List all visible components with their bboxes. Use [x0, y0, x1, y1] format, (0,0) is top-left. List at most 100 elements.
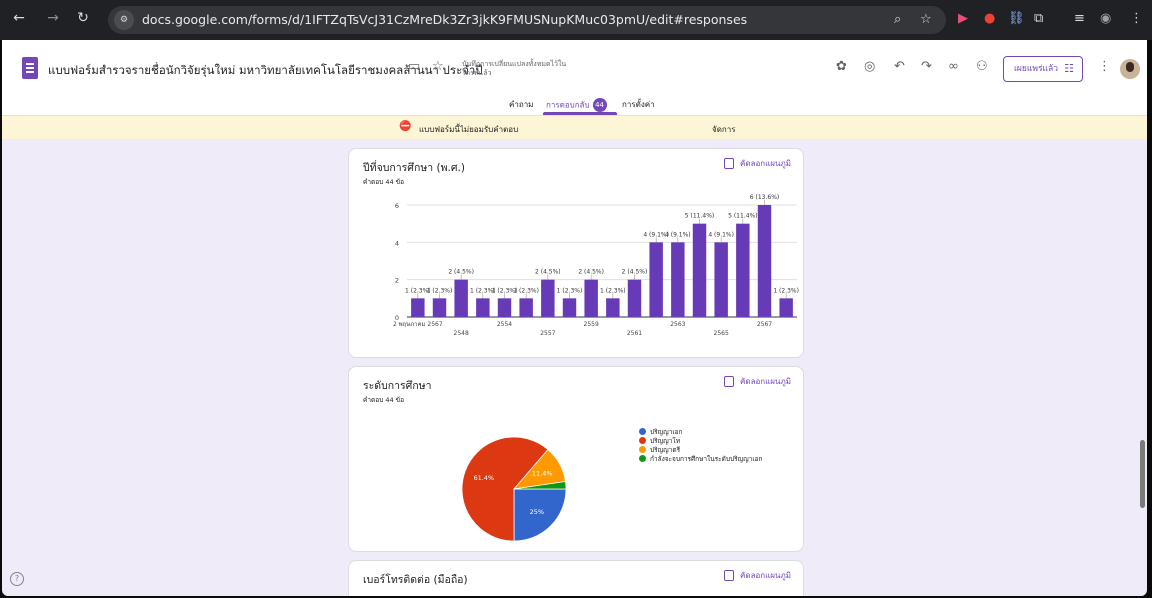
copy-chart-button[interactable]: คัดลอกแผนภูมิ — [724, 375, 791, 388]
copy-chart-label: คัดลอกแผนภูมิ — [740, 159, 791, 168]
slice-label: 61.4% — [473, 474, 494, 482]
page-scrollbar[interactable] — [1140, 440, 1145, 508]
data-label: 5 (11.4%) — [685, 213, 714, 220]
bar — [519, 298, 533, 317]
question-title: ปีที่จบการศึกษา (พ.ศ.) — [363, 162, 465, 174]
legend-label: ปริญญาตรี — [650, 446, 681, 454]
data-label: 4 (9.1%) — [665, 231, 691, 238]
copy-icon — [724, 376, 735, 387]
profile-avatar-icon[interactable]: ◉ — [1100, 11, 1111, 26]
bar — [562, 298, 577, 317]
bar — [757, 205, 772, 317]
bar-chart: 02461 (2.3%)1 (2.3%)2 (4.5%)1 (2.3%)1 (2… — [393, 194, 799, 337]
publish-options-icon: ☷ — [1064, 62, 1074, 75]
user-avatar[interactable] — [1120, 59, 1140, 79]
legend-dot-icon — [639, 446, 646, 453]
legend-dot-icon — [639, 437, 646, 444]
copy-chart-button[interactable]: คัดลอกแผนภูมิ — [724, 569, 791, 582]
bar — [454, 279, 468, 317]
copy-chart-label: คัดลอกแผนภูมิ — [740, 571, 791, 580]
copy-chart-label: คัดลอกแผนภูมิ — [740, 377, 791, 386]
preview-eye-icon[interactable]: ◎ — [864, 59, 875, 74]
forward-icon[interactable]: → — [44, 10, 62, 26]
reading-list-icon[interactable]: ≡ — [1074, 11, 1085, 26]
legend-dot-icon — [639, 455, 646, 462]
back-icon[interactable]: ← — [10, 10, 28, 26]
published-button[interactable]: เผยแพร่แล้ว ☷ — [1003, 56, 1083, 82]
legend-label: กำลังจะจบการศึกษาในระดับปริญญาเอก — [650, 455, 763, 463]
bar — [736, 223, 750, 317]
tab-responses-label: การตอบกลับ — [546, 100, 590, 110]
folder-icon[interactable]: ▭ — [408, 59, 420, 74]
legend-label: ปริญญาโท — [650, 437, 681, 445]
x-tick-label: 2554 — [497, 321, 512, 328]
data-label: 2 (4.5%) — [622, 269, 648, 276]
data-label: 1 (2.3%) — [427, 287, 453, 294]
x-tick-label: 2565 — [714, 330, 729, 337]
palette-icon[interactable]: ✿ — [836, 59, 847, 74]
not-accepting-banner: ⛔ แบบฟอร์มนี้ไม่ยอมรับคำตอบ จัดการ — [2, 115, 1147, 139]
redo-icon[interactable]: ↷ — [921, 59, 932, 74]
bar — [584, 279, 598, 317]
y-tick-label: 2 — [395, 277, 399, 285]
response-count: คำตอบ 44 ข้อ — [363, 396, 404, 404]
data-label: 2 (4.5%) — [448, 269, 474, 276]
forms-app: แบบฟอร์มสำรวจรายชื่อนักวิจัยรุ่นใหม่ มหา… — [2, 40, 1147, 596]
bar — [432, 298, 447, 317]
y-tick-label: 6 — [395, 202, 399, 210]
question-card-education-level: ระดับการศึกษา คำตอบ 44 ข้อ คัดลอกแผนภูมิ… — [348, 366, 804, 552]
data-label: 6 (13.6%) — [750, 194, 779, 201]
question-card-graduation-year: ปีที่จบการศึกษา (พ.ศ.) คำตอบ 44 ข้อ คัดล… — [348, 148, 804, 358]
add-collaborator-icon[interactable]: ⚇ — [976, 59, 988, 74]
extension-link-icon[interactable]: ⛓ — [1008, 11, 1025, 26]
bar — [649, 242, 663, 317]
x-tick-label: 2557 — [540, 330, 555, 337]
extension-play-icon[interactable]: ▶ — [958, 11, 968, 26]
more-options-icon[interactable]: ⋮ — [1098, 59, 1111, 74]
question-card-phone: เบอร์โทรติดต่อ (มือถือ) คัดลอกแผนภูมิ — [348, 560, 804, 596]
copy-chart-button[interactable]: คัดลอกแผนภูมิ — [724, 157, 791, 170]
legend-item: กำลังจะจบการศึกษาในระดับปริญญาเอก — [639, 454, 762, 464]
x-tick-label: 2561 — [627, 330, 642, 337]
data-label: 4 (9.1%) — [708, 231, 734, 238]
pie-chart: 25% 61.4% 11.4% — [461, 436, 567, 542]
star-icon[interactable]: ☆ — [432, 59, 444, 74]
copy-icon — [724, 158, 735, 169]
data-label: 5 (11.4%) — [728, 213, 757, 220]
data-label: 1 (2.3%) — [557, 287, 583, 294]
browser-menu-icon[interactable]: ⋮ — [1130, 11, 1143, 26]
address-bar[interactable]: ⚙ docs.google.com/forms/d/1IFTZqTsVcJ31C… — [108, 6, 946, 34]
slice-label: 11.4% — [532, 469, 553, 477]
bar — [779, 298, 793, 317]
bar — [411, 298, 425, 317]
tune-icon[interactable]: ⚙ — [114, 10, 134, 30]
x-tick-label: 2 พฤษภาคม 2567 — [393, 321, 443, 328]
x-tick-label: 2559 — [584, 321, 599, 328]
published-label: เผยแพร่แล้ว — [1014, 64, 1058, 74]
bar — [671, 242, 685, 317]
help-icon[interactable]: ? — [10, 572, 24, 586]
bookmark-star-icon[interactable]: ☆ — [920, 12, 932, 27]
tab-questions[interactable]: คำถาม — [509, 98, 533, 111]
bar — [606, 298, 620, 317]
form-tabs: คำถาม การตอบกลับ 44 การตั้งค่า — [2, 95, 1147, 115]
extensions-puzzle-icon[interactable]: ⧉ — [1034, 11, 1043, 26]
bar — [476, 298, 490, 317]
manage-link[interactable]: จัดการ — [712, 123, 736, 136]
url-text[interactable]: docs.google.com/forms/d/1IFTZqTsVcJ31CzM… — [142, 12, 747, 27]
tab-settings[interactable]: การตั้งค่า — [622, 98, 655, 111]
undo-icon[interactable]: ↶ — [894, 59, 905, 74]
google-forms-logo-icon[interactable] — [22, 57, 38, 79]
extension-record-icon[interactable]: ● — [984, 11, 995, 26]
zoom-icon[interactable]: ⌕ — [894, 12, 901, 27]
browser-toolbar: ← → ↻ ⚙ docs.google.com/forms/d/1IFTZqTs… — [0, 0, 1152, 40]
bar — [627, 279, 642, 317]
tab-responses[interactable]: การตอบกลับ 44 — [546, 98, 607, 112]
data-label: 1 (2.3%) — [600, 287, 626, 294]
link-icon[interactable]: ∞ — [948, 59, 959, 74]
bar — [541, 279, 555, 317]
response-count-badge: 44 — [592, 98, 607, 112]
reload-icon[interactable]: ↻ — [74, 10, 92, 26]
data-label: 2 (4.5%) — [578, 269, 604, 276]
legend-label: ปริญญาเอก — [650, 428, 683, 436]
